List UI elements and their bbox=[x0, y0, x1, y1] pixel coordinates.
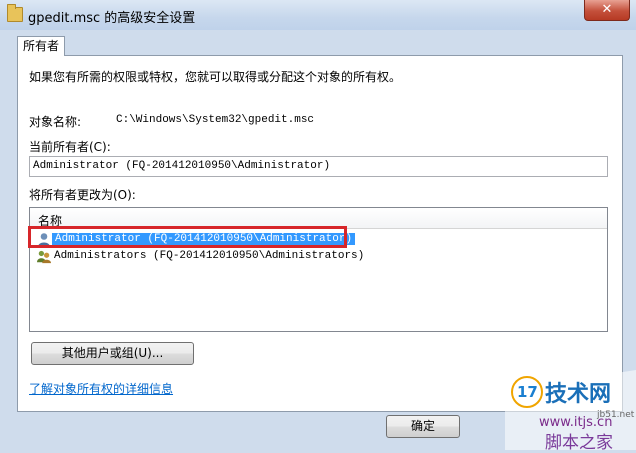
current-owner-field[interactable]: Administrator (FQ-201412010950\Administr… bbox=[29, 156, 608, 177]
current-owner-label: 当前所有者(C): bbox=[29, 140, 111, 154]
other-users-button[interactable]: 其他用户或组(U)... bbox=[31, 342, 194, 365]
tab-owner[interactable]: 所有者 bbox=[17, 36, 65, 56]
folder-icon bbox=[7, 4, 23, 22]
object-name-label: 对象名称: bbox=[29, 115, 82, 129]
ok-button[interactable]: 确定 bbox=[386, 415, 460, 438]
highlight-box bbox=[28, 226, 347, 248]
watermark-number: 17 bbox=[517, 383, 538, 401]
watermark: 17 技术网 jb51.net www.itjs.cn 脚本之家 bbox=[505, 370, 636, 453]
watermark-site-name: 脚本之家 bbox=[545, 433, 613, 453]
change-owner-label: 将所有者更改为(O): bbox=[29, 188, 136, 202]
close-button[interactable]: ✕ bbox=[584, 0, 630, 21]
owner-name: Administrators (FQ-201412010950\Administ… bbox=[54, 250, 365, 262]
window-title: gpedit.msc 的高级安全设置 bbox=[28, 11, 196, 26]
title-bar[interactable]: gpedit.msc 的高级安全设置 ✕ bbox=[0, 0, 636, 30]
current-owner-value: Administrator (FQ-201412010950\Administr… bbox=[33, 160, 331, 172]
watermark-brand: 技术网 bbox=[545, 382, 612, 407]
group-icon bbox=[37, 250, 51, 264]
list-item[interactable]: Administrators (FQ-201412010950\Administ… bbox=[32, 248, 605, 265]
intro-text: 如果您有所需的权限或特权，您就可以取得或分配这个对象的所有权。 bbox=[29, 70, 402, 84]
object-name-value: C:\Windows\System32\gpedit.msc bbox=[116, 114, 315, 126]
learn-more-link[interactable]: 了解对象所有权的详细信息 bbox=[29, 380, 173, 397]
